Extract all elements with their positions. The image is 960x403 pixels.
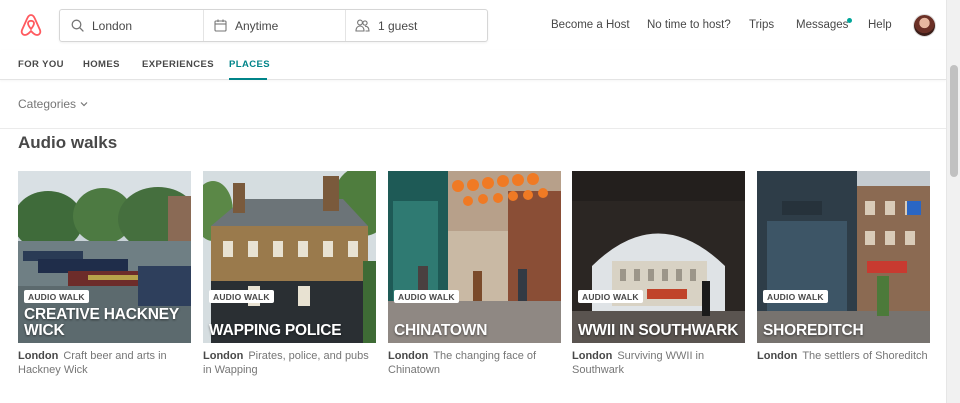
card-caption: London Pirates, police, and pubs in Wappi…: [203, 349, 376, 377]
card-city: London: [203, 350, 244, 362]
card-image[interactable]: AUDIO WALK WWII IN SOUTHWARK: [572, 171, 745, 343]
search-bar: London Anytime 1 guest: [59, 9, 488, 42]
card-caption: London The settlers of Shoreditch: [757, 349, 930, 363]
card-chinatown[interactable]: AUDIO WALK CHINATOWN London The changing …: [388, 171, 561, 377]
card-image[interactable]: AUDIO WALK WAPPING POLICE: [203, 171, 376, 343]
card-creative-hackney-wick[interactable]: AUDIO WALK CREATIVE HACKNEY WICK London C…: [18, 171, 191, 377]
card-caption: London Craft beer and arts in Hackney Wic…: [18, 349, 191, 377]
categories-dropdown[interactable]: Categories: [18, 97, 88, 111]
calendar-icon: [214, 19, 227, 32]
category-tabs: FOR YOU HOMES EXPERIENCES PLACES: [0, 50, 946, 80]
location-field[interactable]: London: [60, 10, 204, 41]
chinatown-photo: [388, 171, 561, 343]
chevron-down-icon: [80, 102, 88, 107]
card-city: London: [757, 350, 798, 362]
unread-message-dot: [847, 18, 852, 23]
card-wwii-in-southwark[interactable]: AUDIO WALK WWII IN SOUTHWARK London Survi…: [572, 171, 745, 377]
card-badge: AUDIO WALK: [578, 290, 643, 303]
card-image[interactable]: AUDIO WALK CREATIVE HACKNEY WICK: [18, 171, 191, 343]
card-badge: AUDIO WALK: [394, 290, 459, 303]
section-title: Audio walks: [18, 133, 118, 152]
help-link[interactable]: Help: [868, 19, 892, 31]
airbnb-logo-icon[interactable]: [18, 12, 44, 38]
no-time-to-host-link[interactable]: No time to host?: [647, 19, 731, 31]
card-title: WAPPING POLICE: [209, 322, 342, 339]
card-caption: London Surviving WWII in Southwark: [572, 349, 745, 377]
card-title: CHINATOWN: [394, 322, 488, 339]
messages-link[interactable]: Messages: [796, 19, 848, 31]
pub-photo: [203, 171, 376, 343]
become-host-link[interactable]: Become a Host: [551, 19, 630, 31]
guests-field[interactable]: 1 guest: [346, 10, 487, 41]
card-image[interactable]: AUDIO WALK SHOREDITCH: [757, 171, 930, 343]
tab-homes[interactable]: HOMES: [83, 59, 120, 70]
tab-places[interactable]: PLACES: [229, 59, 270, 70]
section-divider: [0, 128, 946, 129]
card-title: CREATIVE HACKNEY WICK: [24, 306, 179, 339]
top-header: London Anytime 1 guest Become a Host No …: [0, 0, 946, 50]
card-image[interactable]: AUDIO WALK CHINATOWN: [388, 171, 561, 343]
guests-icon: [355, 19, 370, 32]
card-city: London: [388, 350, 429, 362]
location-value: London: [92, 18, 133, 33]
card-caption: London The changing face of Chinatown: [388, 349, 561, 377]
categories-label: Categories: [18, 97, 77, 111]
trips-link[interactable]: Trips: [749, 19, 774, 31]
card-wapping-police[interactable]: AUDIO WALK WAPPING POLICE London Pirates,…: [203, 171, 376, 377]
scrollbar-thumb[interactable]: [950, 65, 958, 177]
tab-for-you[interactable]: FOR YOU: [18, 59, 64, 70]
card-title: SHOREDITCH: [763, 322, 864, 339]
arch-photo: [572, 171, 745, 343]
card-city: London: [18, 350, 59, 362]
avatar[interactable]: [913, 14, 936, 37]
dates-value: Anytime: [235, 18, 279, 33]
shoreditch-photo: [757, 171, 930, 343]
card-badge: AUDIO WALK: [24, 290, 89, 303]
card-badge: AUDIO WALK: [763, 290, 828, 303]
card-description: The settlers of Shoreditch: [802, 350, 928, 362]
guests-value: 1 guest: [378, 18, 418, 33]
dates-field[interactable]: Anytime: [204, 10, 346, 41]
card-city: London: [572, 350, 613, 362]
card-title: WWII IN SOUTHWARK: [578, 322, 739, 339]
search-icon: [71, 19, 84, 32]
card-badge: AUDIO WALK: [209, 290, 274, 303]
tab-experiences[interactable]: EXPERIENCES: [142, 59, 214, 70]
vertical-scrollbar[interactable]: [946, 0, 960, 403]
active-tab-indicator: [229, 78, 267, 80]
card-shoreditch[interactable]: AUDIO WALK SHOREDITCH London The settlers…: [757, 171, 930, 363]
